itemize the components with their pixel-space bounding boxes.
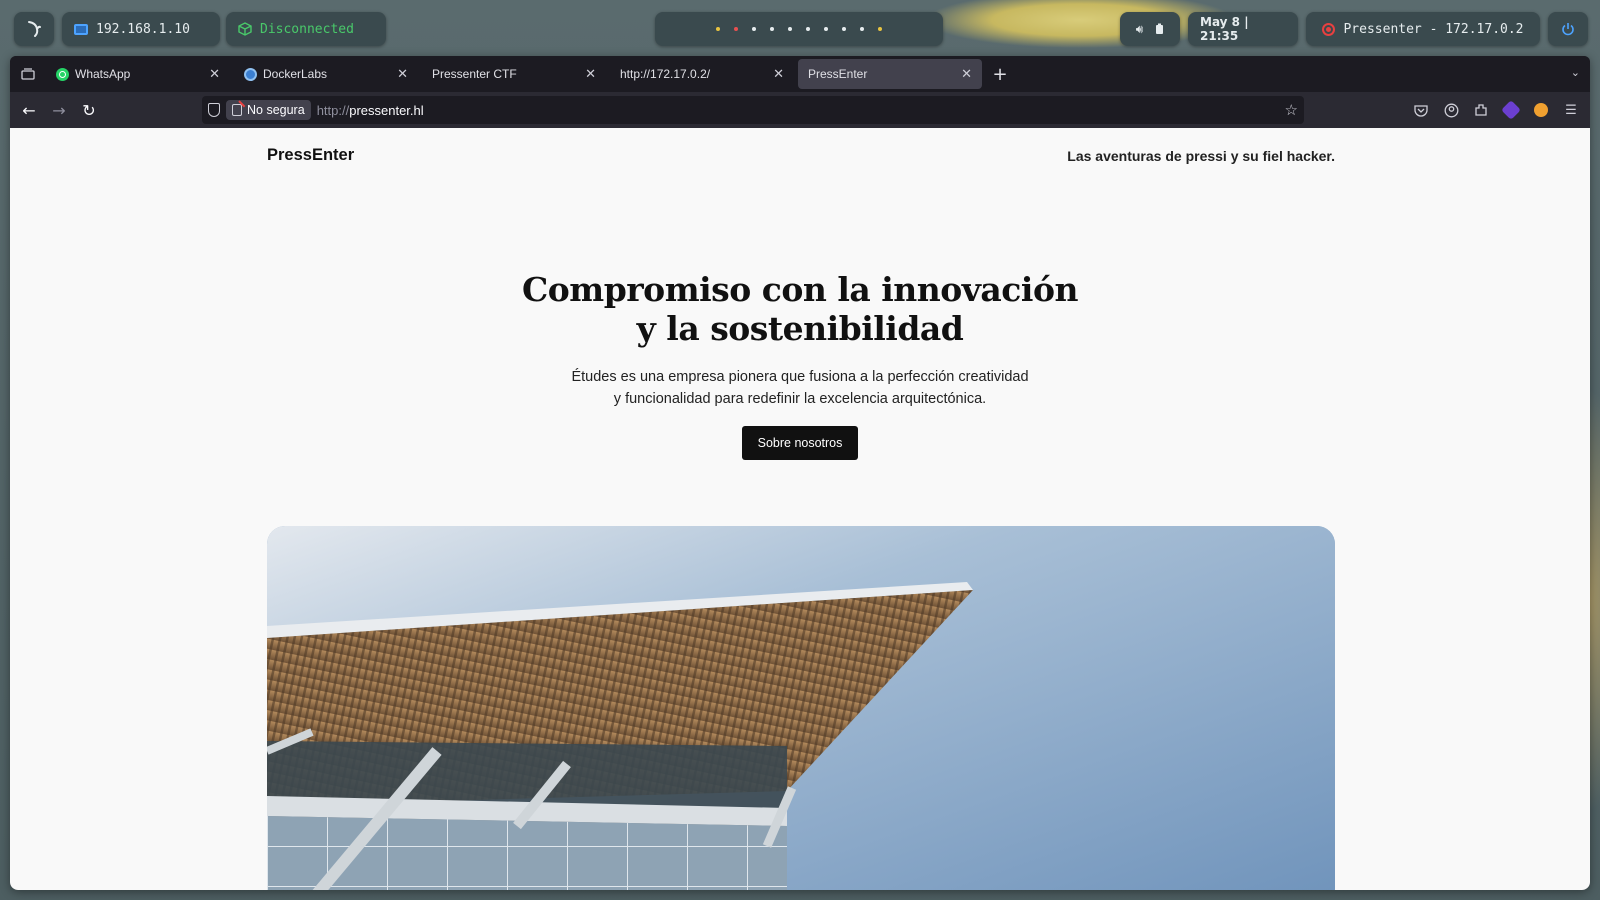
arrow-right-icon: → [52,100,66,120]
new-tab-button[interactable]: + [986,64,1014,85]
ip-widget[interactable]: 192.168.1.10 [62,12,220,46]
toolbar-right: ☰ [1410,96,1582,124]
hero-title: Compromiso con la innovación y la sosten… [10,270,1590,348]
account-icon[interactable] [1440,99,1462,121]
url-bar[interactable]: No segura http://pressenter.hl ☆ [202,96,1304,124]
tab-close-icon[interactable]: ✕ [397,66,408,82]
web-page: PressEnter Las aventuras de pressi y su … [10,128,1590,890]
hamburger-menu-icon[interactable]: ☰ [1560,99,1582,121]
tab-dockerlabs[interactable]: DockerLabs ✕ [234,59,418,89]
workspace-dot[interactable] [788,27,792,31]
browser-window: WhatsApp ✕ DockerLabs ✕ Pressenter CTF ✕… [10,56,1590,890]
power-icon [1562,23,1574,36]
hero-text-line1: Études es una empresa pionera que fusion… [571,369,1029,385]
app-menu-button[interactable] [14,12,54,46]
hero-title-line2: y la sostenibilidad [636,309,964,348]
hero-title-line1: Compromiso con la innovación [522,270,1078,309]
arrow-left-icon: ← [22,100,36,120]
workspace-dot[interactable] [860,27,864,31]
bookmark-star-icon[interactable]: ☆ [1285,101,1298,119]
tab-strip: WhatsApp ✕ DockerLabs ✕ Pressenter CTF ✕… [10,56,1590,92]
tab-list-icon [21,68,35,80]
tab-ip-address[interactable]: http://172.17.0.2/ ✕ [610,59,794,89]
nav-toolbar: ← → ↻ No segura http://pressenter.hl ☆ ☰ [10,92,1590,128]
target-icon [1322,22,1336,36]
tab-pressenter-ctf[interactable]: Pressenter CTF ✕ [422,59,606,89]
building-photo [267,526,1335,890]
reload-button[interactable]: ↻ [74,95,104,125]
url-text[interactable]: http://pressenter.hl [317,103,424,118]
extension-orange-icon[interactable] [1530,99,1552,121]
workspace-dot[interactable] [842,27,846,31]
tab-close-icon[interactable]: ✕ [961,66,972,82]
target-text: Pressenter - 172.17.0.2 [1343,21,1524,37]
tracking-shield-icon[interactable] [208,103,220,117]
workspace-dot[interactable] [878,27,882,31]
tab-title: PressEnter [808,67,868,81]
dockerlabs-icon [244,67,257,81]
whatsapp-icon [56,67,69,81]
system-tray: 🔊︎ [1120,12,1180,46]
volume-icon[interactable]: 🔊︎ [1136,22,1144,37]
battery-icon[interactable] [1155,23,1164,35]
workspace-dot[interactable] [716,27,720,31]
workspace-dot[interactable] [770,27,774,31]
tab-pressenter[interactable]: PressEnter ✕ [798,59,982,89]
workspace-dot[interactable] [824,27,828,31]
vpn-widget[interactable]: Disconnected [226,12,386,46]
desktop-topbar: 192.168.1.10 Disconnected 🔊︎ May 8 | 21:… [0,10,1600,50]
workspace-dot[interactable] [752,27,756,31]
extension-purple-icon[interactable] [1500,99,1522,121]
workspace-switcher[interactable] [655,12,943,46]
pocket-icon[interactable] [1410,99,1432,121]
ip-address: 192.168.1.10 [96,21,190,37]
tab-close-icon[interactable]: ✕ [773,66,784,82]
extensions-icon[interactable] [1470,99,1492,121]
clock[interactable]: May 8 | 21:35 [1188,12,1298,46]
kali-dragon-icon [28,21,41,37]
site-security-indicator[interactable]: No segura [226,100,311,120]
tab-title: Pressenter CTF [432,67,517,81]
security-label: No segura [247,103,305,117]
chevron-down-icon[interactable]: ⌄ [1571,66,1580,79]
about-us-button[interactable]: Sobre nosotros [742,426,858,460]
workspace-dot[interactable] [734,27,738,31]
site-header: PressEnter Las aventuras de pressi y su … [267,146,1335,165]
vpn-cube-icon [238,22,252,36]
url-host: pressenter.hl [349,102,424,118]
tab-list-button[interactable] [10,56,46,92]
tab-title: http://172.17.0.2/ [620,67,711,81]
clock-text: May 8 | 21:35 [1200,15,1249,43]
tab-title: DockerLabs [263,67,328,81]
insecure-lock-icon [232,104,242,116]
workspace-dot[interactable] [806,27,810,31]
site-tagline: Las aventuras de pressi y su fiel hacker… [1067,147,1335,164]
vpn-status: Disconnected [260,21,354,37]
power-button[interactable] [1548,12,1588,46]
tab-close-icon[interactable]: ✕ [209,66,220,82]
hero-description: Études es una empresa pionera que fusion… [10,366,1590,410]
tab-whatsapp[interactable]: WhatsApp ✕ [46,59,230,89]
tab-close-icon[interactable]: ✕ [585,66,596,82]
hero-text-line2: y funcionalidad para redefinir la excele… [613,391,987,407]
back-button[interactable]: ← [14,95,44,125]
url-scheme: http:// [316,102,350,118]
forward-button[interactable]: → [44,95,74,125]
hero-architecture-image [267,526,1335,890]
site-logo[interactable]: PressEnter [267,146,354,165]
monitor-icon [74,23,88,35]
reload-icon: ↻ [82,100,96,120]
tab-title: WhatsApp [75,67,131,81]
target-widget[interactable]: Pressenter - 172.17.0.2 [1306,12,1540,46]
